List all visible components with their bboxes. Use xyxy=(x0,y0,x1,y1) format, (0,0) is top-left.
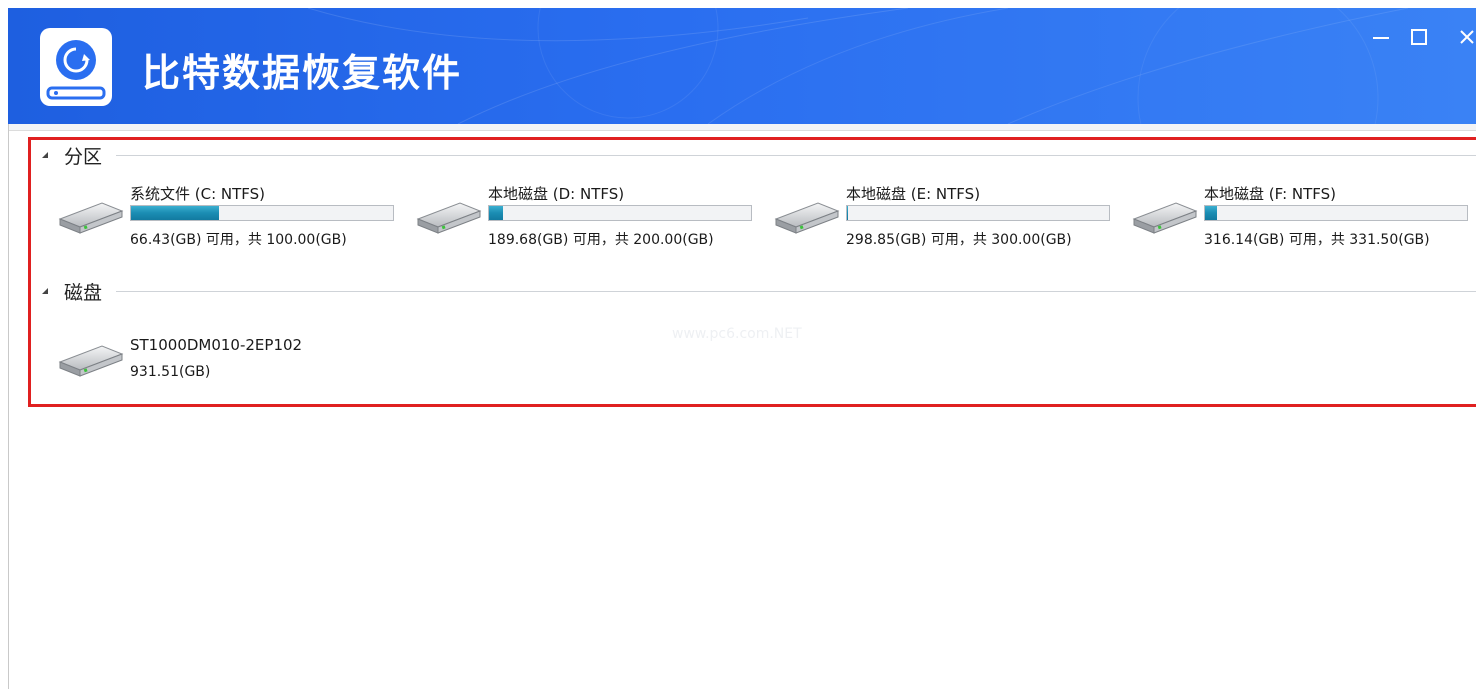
disks-section-title: 磁盘 xyxy=(64,281,103,304)
section-divider xyxy=(116,290,1476,292)
partition-label: 本地磁盘 (F: NTFS) xyxy=(1204,185,1337,203)
partition-d[interactable]: 本地磁盘 (D: NTFS) 189.68(GB) 可用，共 200.00(GB… xyxy=(414,183,764,253)
section-divider xyxy=(116,154,1476,156)
content-left-border xyxy=(8,124,9,689)
maximize-icon xyxy=(1411,29,1427,45)
usage-bar xyxy=(1204,205,1468,221)
close-icon xyxy=(1460,30,1474,44)
partition-label: 本地磁盘 (E: NTFS) xyxy=(846,185,981,203)
minimize-button[interactable] xyxy=(1364,20,1398,54)
usage-bar-fill xyxy=(847,206,848,220)
partition-label: 系统文件 (C: NTFS) xyxy=(130,185,266,203)
hard-drive-icon xyxy=(56,197,126,237)
hard-drive-icon xyxy=(56,340,126,380)
collapse-triangle-icon[interactable] xyxy=(38,284,52,298)
usage-bar xyxy=(488,205,752,221)
usage-bar-fill xyxy=(131,206,219,220)
close-button[interactable] xyxy=(1450,20,1476,54)
partition-e[interactable]: 本地磁盘 (E: NTFS) 298.85(GB) 可用，共 300.00(GB… xyxy=(772,183,1122,253)
physical-disk[interactable]: ST1000DM010-2EP102 931.51(GB) xyxy=(56,326,406,396)
maximize-button[interactable] xyxy=(1402,20,1436,54)
partition-space-info: 316.14(GB) 可用，共 331.50(GB) xyxy=(1204,232,1430,248)
watermark: www.pc6.com.NET xyxy=(672,326,802,342)
app-title: 比特数据恢复软件 xyxy=(142,51,463,95)
partition-space-info: 66.43(GB) 可用，共 100.00(GB) xyxy=(130,232,347,248)
hard-drive-icon xyxy=(772,197,842,237)
disk-size: 931.51(GB) xyxy=(130,364,211,380)
partitions-section-title: 分区 xyxy=(64,145,103,168)
hard-drive-icon xyxy=(1130,197,1200,237)
partition-space-info: 298.85(GB) 可用，共 300.00(GB) xyxy=(846,232,1072,248)
partition-f[interactable]: 本地磁盘 (F: NTFS) 316.14(GB) 可用，共 331.50(GB… xyxy=(1130,183,1476,253)
app-logo-icon xyxy=(38,26,114,108)
title-bar: 比特数据恢复软件 xyxy=(8,8,1476,124)
minimize-icon xyxy=(1373,37,1389,39)
usage-bar-fill xyxy=(489,206,503,220)
hard-drive-icon xyxy=(414,197,484,237)
partition-c[interactable]: 系统文件 (C: NTFS) 66.43(GB) 可用，共 100.00(GB) xyxy=(56,183,406,253)
partitions-section-header: 分区 xyxy=(38,142,1476,168)
content-top-border xyxy=(8,124,1476,131)
partition-space-info: 189.68(GB) 可用，共 200.00(GB) xyxy=(488,232,714,248)
usage-bar-fill xyxy=(1205,206,1218,220)
usage-bar xyxy=(130,205,394,221)
disks-section-header: 磁盘 xyxy=(38,278,1476,304)
partition-label: 本地磁盘 (D: NTFS) xyxy=(488,185,625,203)
disk-label: ST1000DM010-2EP102 xyxy=(130,336,303,354)
usage-bar xyxy=(846,205,1110,221)
collapse-triangle-icon[interactable] xyxy=(38,148,52,162)
